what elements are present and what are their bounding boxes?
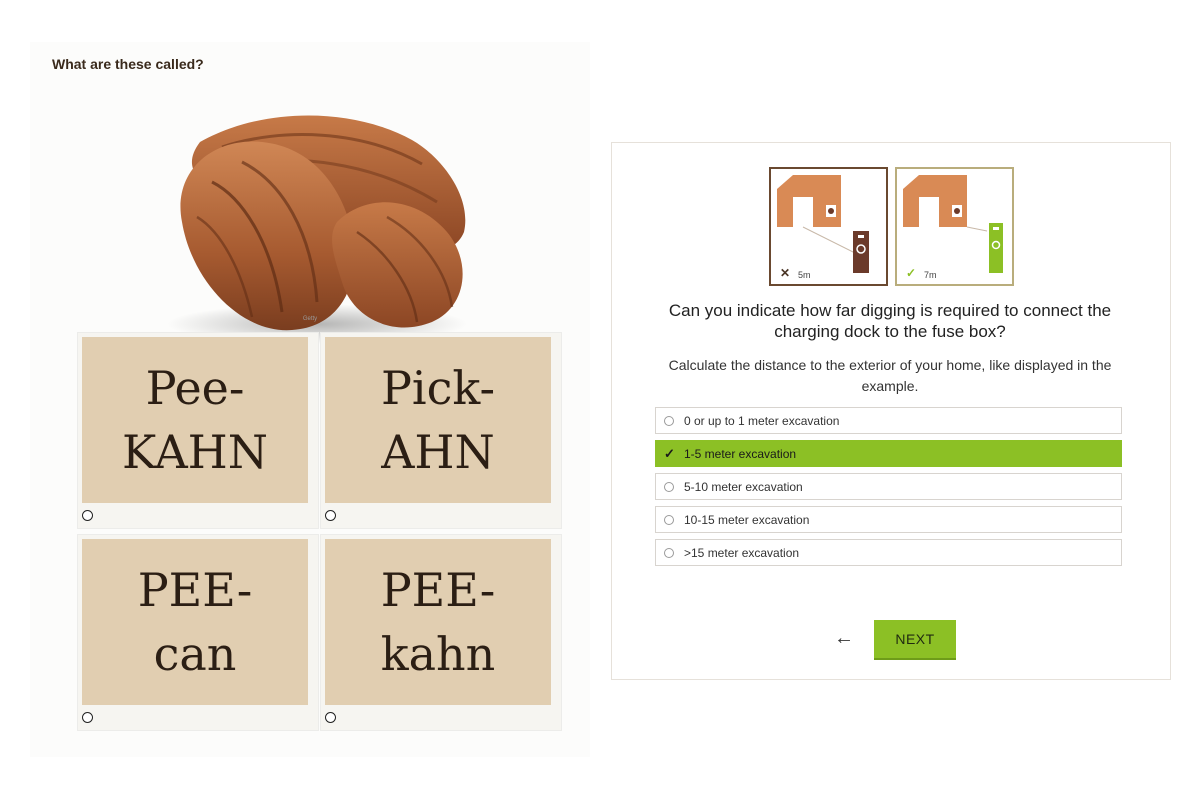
radio-button[interactable] bbox=[82, 510, 93, 521]
answer-option[interactable]: 5-10 meter excavation bbox=[655, 473, 1122, 500]
radio-button[interactable] bbox=[664, 514, 674, 525]
answer-option[interactable]: >15 meter excavation bbox=[655, 539, 1122, 566]
answer-option-selected[interactable]: ✓ 1-5 meter excavation bbox=[655, 440, 1122, 467]
answer-option[interactable]: 0 or up to 1 meter excavation bbox=[655, 407, 1122, 434]
example-incorrect: ✕ 5m bbox=[769, 167, 888, 286]
checkmark-icon: ✓ bbox=[664, 445, 675, 461]
option-label: Pee- KAHN bbox=[121, 361, 269, 479]
quiz-question: What are these called? bbox=[52, 56, 204, 72]
checkmark-icon: ✓ bbox=[906, 266, 917, 280]
answer-label: 1-5 meter excavation bbox=[684, 446, 797, 461]
radio-button[interactable] bbox=[664, 547, 674, 558]
quiz-option-3[interactable]: PEE- can bbox=[77, 534, 319, 731]
answer-label: 10-15 meter excavation bbox=[684, 512, 810, 527]
radio-button[interactable] bbox=[664, 415, 674, 426]
option-card[interactable]: Pee- KAHN bbox=[82, 337, 308, 503]
quiz-option-4[interactable]: PEE- kahn bbox=[320, 534, 562, 731]
answer-label: 5-10 meter excavation bbox=[684, 479, 803, 494]
example-correct: ✓ 7m bbox=[895, 167, 1014, 286]
back-arrow-icon[interactable]: ← bbox=[834, 627, 854, 650]
radio-button[interactable] bbox=[325, 510, 336, 521]
option-label: PEE- can bbox=[137, 563, 253, 681]
example-distance: 7m bbox=[924, 270, 937, 280]
example-distance: 5m bbox=[798, 270, 811, 280]
radio-button[interactable] bbox=[82, 712, 93, 723]
radio-button[interactable] bbox=[664, 481, 674, 492]
pecan-quiz-panel: What are these called? Getty Pee- KAHN P… bbox=[30, 42, 590, 757]
answer-label: 0 or up to 1 meter excavation bbox=[684, 413, 840, 428]
radio-button[interactable] bbox=[325, 712, 336, 723]
ev-question: Can you indicate how far digging is requ… bbox=[668, 301, 1112, 341]
next-button[interactable]: NEXT bbox=[874, 620, 956, 660]
cross-icon: ✕ bbox=[780, 266, 791, 280]
option-card[interactable]: Pick- AHN bbox=[325, 337, 551, 503]
ev-subtitle: Calculate the distance to the exterior o… bbox=[668, 357, 1112, 394]
quiz-option-2[interactable]: Pick- AHN bbox=[320, 332, 562, 529]
option-card[interactable]: PEE- can bbox=[82, 539, 308, 705]
answer-option[interactable]: 10-15 meter excavation bbox=[655, 506, 1122, 533]
quiz-option-1[interactable]: Pee- KAHN bbox=[77, 332, 319, 529]
answer-label: >15 meter excavation bbox=[684, 545, 800, 560]
image-credit: Getty bbox=[302, 316, 318, 322]
ev-survey-card: ✕ 5m ✓ 7m Can you indicate how far diggi… bbox=[611, 142, 1171, 680]
option-label: PEE- kahn bbox=[380, 563, 496, 681]
option-label: Pick- AHN bbox=[380, 361, 496, 479]
option-card[interactable]: PEE- kahn bbox=[325, 539, 551, 705]
